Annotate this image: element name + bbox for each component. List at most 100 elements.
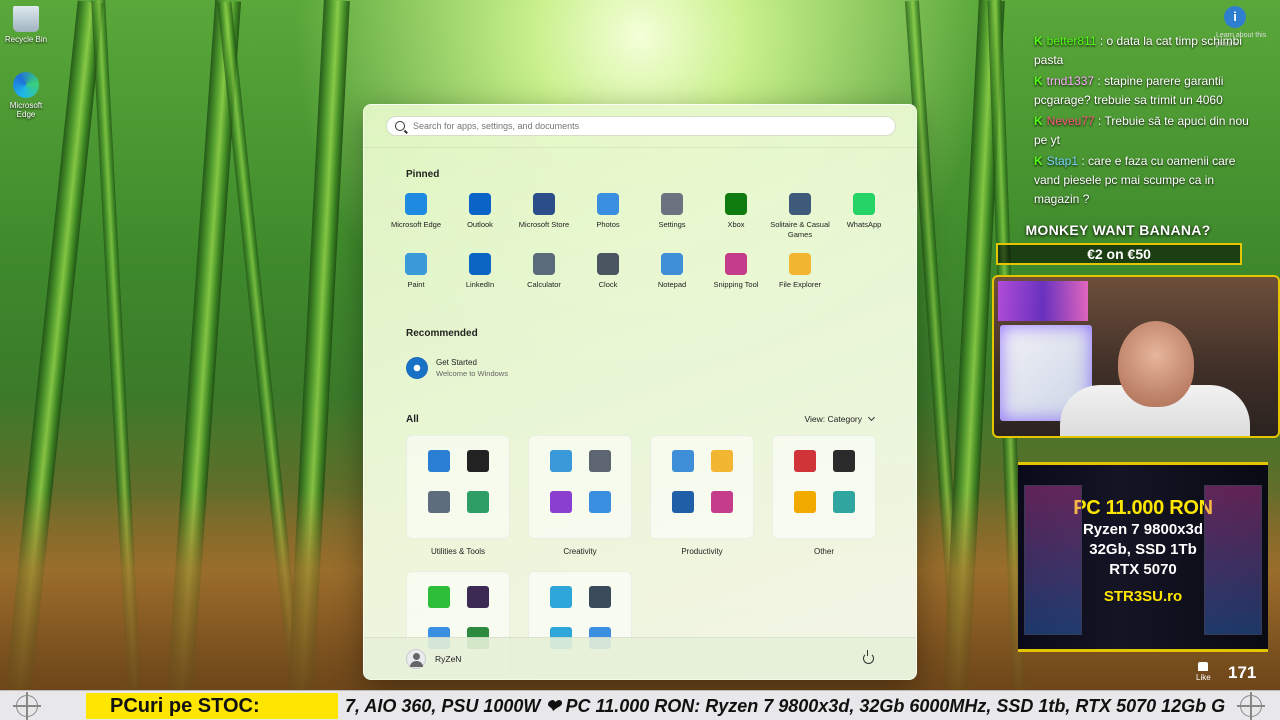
chat-username[interactable]: better811 (1047, 34, 1097, 48)
pinned-app-label: File Explorer (778, 280, 822, 289)
pinned-apps-grid: Microsoft Edge Outlook Microsoft Store Phot… (384, 193, 904, 290)
search-input[interactable] (413, 121, 873, 131)
pinned-heading: Pinned (406, 169, 440, 180)
recommended-item-get-started[interactable]: Get Started Welcome to Windows (406, 357, 508, 379)
chat-message: K Neveu77 : Trebuie să te apuci din nou p… (1034, 114, 1249, 147)
pinned-app[interactable]: Microsoft Edge (384, 193, 448, 239)
pinned-app[interactable]: Snipping Tool (704, 253, 768, 290)
outlook-icon (469, 193, 491, 215)
pinned-app-label: Photos (596, 220, 620, 229)
chat-username[interactable]: Neveu77 (1047, 114, 1095, 128)
view-category-label: View: Category (804, 414, 862, 424)
snipping-tool-icon (725, 253, 747, 275)
category-label: Creativity (563, 547, 597, 556)
pinned-app-label: Clock (598, 280, 618, 289)
file-explorer-icon (789, 253, 811, 275)
pinned-app[interactable]: Photos (576, 193, 640, 239)
app-icon (793, 491, 816, 513)
pinned-app[interactable]: Notepad (640, 253, 704, 290)
goal-amount: €2 on €50 (996, 243, 1242, 265)
linkedin-icon (469, 253, 491, 275)
search-icon (395, 121, 405, 131)
pinned-app[interactable]: File Explorer (768, 253, 832, 290)
app-icon (466, 450, 489, 472)
pinned-app-label: Settings (658, 220, 686, 229)
view-category-dropdown[interactable]: View: Category (804, 413, 876, 424)
pinned-app[interactable]: Outlook (448, 193, 512, 239)
app-icon (588, 450, 611, 472)
kick-badge-icon: K (1034, 154, 1043, 168)
desktop-icon-label: Microsoft Edge (9, 101, 43, 119)
category-folder[interactable] (650, 435, 754, 539)
app-icon (832, 491, 855, 513)
category-label: Utilities & Tools (430, 547, 486, 556)
store-icon (533, 193, 555, 215)
edge-icon (405, 193, 427, 215)
pinned-app[interactable]: Settings (640, 193, 704, 239)
pinned-app-label: Outlook (467, 220, 493, 229)
app-icon (549, 491, 572, 513)
user-name[interactable]: RyZeN (435, 654, 461, 664)
pinned-app[interactable]: Paint (384, 253, 448, 290)
goal-title: MONKEY WANT BANANA? (1025, 222, 1211, 238)
kick-badge-icon: K (1034, 74, 1043, 88)
kick-badge-icon: K (1034, 114, 1043, 128)
app-icon (466, 586, 489, 608)
app-icon (710, 491, 733, 513)
pinned-app[interactable]: Solitaire & Casual Games (768, 193, 832, 239)
category-label: Productivity (681, 547, 723, 556)
power-icon[interactable] (863, 650, 874, 664)
pinned-app-label: Microsoft Edge (390, 220, 442, 229)
ticker-bar: PCuri pe STOC: 7, AIO 360, PSU 1000W ❤ P… (0, 690, 1280, 720)
chat-message: K Stap1 : care e faza cu oamenii care van… (1034, 154, 1236, 206)
chat-panel: Kbetter811 : o data la cat timp schimbi … (1034, 32, 1256, 211)
pinned-app[interactable]: LinkedIn (448, 253, 512, 290)
pinned-app[interactable]: Clock (576, 253, 640, 290)
start-menu: Pinned Microsoft Edge Outlook Microsoft St… (363, 104, 917, 680)
chat-username[interactable]: Stap1 (1047, 154, 1078, 168)
edge-icon (13, 72, 39, 98)
paint-icon (405, 253, 427, 275)
all-apps-heading: All (406, 414, 419, 425)
pinned-app[interactable]: Microsoft Store (512, 193, 576, 239)
category-folder[interactable] (406, 435, 510, 539)
app-icon (588, 491, 611, 513)
app-icon (588, 586, 611, 608)
desktop-icon-label: Recycle Bin (4, 35, 48, 44)
kick-badge-icon: K (1034, 34, 1043, 48)
app-icon (549, 586, 572, 608)
desktop-icon-edge[interactable]: Microsoft Edge (4, 72, 48, 119)
app-icon (832, 450, 855, 472)
pinned-app[interactable]: Xbox (704, 193, 768, 239)
app-icon (710, 450, 733, 472)
webcam-feed (992, 275, 1280, 438)
chat-message: Kbetter811 : o data la cat timp schimbi … (1034, 34, 1242, 67)
category-label: Other (813, 547, 834, 556)
crosshair-icon (1237, 692, 1265, 720)
pinned-app-label: Solitaire & Casual Games (770, 220, 830, 239)
whatsapp-icon (853, 193, 875, 215)
chat-username[interactable]: trnd1337 (1047, 74, 1094, 88)
app-icon (427, 450, 450, 472)
pc-advert: PC 11.000 RON Ryzen 7 9800x3d 32Gb, SSD … (1018, 462, 1268, 652)
pinned-app-label: Calculator (527, 280, 561, 289)
category-folder[interactable] (528, 435, 632, 539)
ticker-label: PCuri pe STOC: (86, 693, 338, 719)
app-icon (427, 586, 450, 608)
pinned-app-label: Paint (407, 280, 425, 289)
pinned-app[interactable]: Calculator (512, 253, 576, 290)
search-box[interactable] (386, 116, 896, 136)
divider (364, 147, 916, 148)
thumbs-up-icon (1198, 662, 1209, 671)
settings-icon (661, 193, 683, 215)
like-label: Like (1196, 673, 1211, 682)
category-folder[interactable] (772, 435, 876, 539)
like-button[interactable]: Like (1196, 662, 1211, 682)
pinned-app[interactable]: WhatsApp (832, 193, 896, 239)
desktop-icon-recycle-bin[interactable]: Recycle Bin (4, 6, 48, 44)
xbox-icon (725, 193, 747, 215)
avatar[interactable] (406, 649, 426, 669)
app-icon (549, 450, 572, 472)
app-icon (466, 491, 489, 513)
photos-icon (597, 193, 619, 215)
